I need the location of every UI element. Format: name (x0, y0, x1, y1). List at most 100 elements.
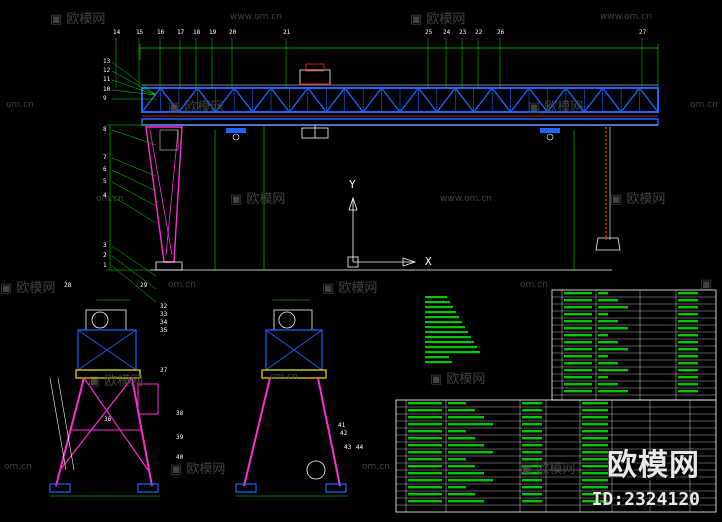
cell-text (582, 472, 608, 475)
cell-text (522, 437, 542, 440)
cell-text (448, 444, 484, 447)
cell-text (598, 369, 628, 372)
callout-number: 38 (176, 410, 184, 417)
cell-text (522, 416, 542, 419)
cell-text (408, 458, 442, 461)
callout-number: 18 (193, 29, 201, 36)
cell-text (522, 402, 542, 405)
callout-number: 22 (475, 29, 483, 36)
cell-text (564, 369, 592, 372)
callout-number: 41 (338, 422, 346, 429)
watermark-site: om.cn (96, 194, 124, 204)
cell-text (582, 409, 608, 412)
callout-number: 43 (344, 444, 352, 451)
callout-number: 42 (340, 430, 348, 437)
cell-text (598, 327, 628, 330)
cell-text (564, 320, 592, 323)
watermark-brand: ▣ 欧模网 (528, 100, 584, 115)
cell-text (408, 430, 442, 433)
callout-number: 34 (160, 319, 168, 326)
cell-text (522, 430, 542, 433)
callout-number: 39 (176, 434, 184, 441)
cell-text (522, 479, 542, 482)
cell-text (598, 334, 608, 337)
cell-text (598, 299, 618, 302)
note-line (425, 331, 468, 334)
cell-text (678, 383, 698, 386)
cell-text (448, 479, 493, 482)
cell-text (408, 437, 442, 440)
cell-text (678, 299, 698, 302)
callout-number: 3 (103, 242, 107, 249)
cell-text (564, 327, 592, 330)
callout-number: 17 (177, 29, 185, 36)
cell-text (598, 376, 608, 379)
cell-text (448, 423, 493, 426)
cell-text (564, 362, 592, 365)
cell-text (564, 390, 592, 393)
watermark-site: om.cn (362, 462, 390, 472)
note-line (425, 316, 459, 319)
callout-number: 32 (160, 303, 168, 310)
callout-number: 35 (160, 327, 168, 334)
cell-text (564, 334, 592, 337)
callout-number: 15 (136, 29, 144, 36)
note-line (425, 346, 477, 349)
cell-text (408, 402, 442, 405)
cell-text (448, 500, 484, 503)
cell-text (448, 430, 466, 433)
brand-logo-text: 欧模网 (607, 448, 700, 483)
watermark-brand: ▣ 欧模网 (88, 374, 144, 389)
cell-text (582, 458, 608, 461)
callout-number: 23 (459, 29, 467, 36)
callout-number: 1 (103, 262, 107, 269)
cell-text (408, 472, 442, 475)
cell-text (678, 313, 698, 316)
watermark-site: www.om.cn (230, 12, 282, 22)
cell-text (564, 376, 592, 379)
cell-text (582, 437, 608, 440)
callout-number: 13 (103, 58, 111, 65)
cell-text (408, 479, 442, 482)
cell-text (564, 313, 592, 316)
watermark-brand: ▣ (700, 277, 713, 292)
cell-text (448, 472, 484, 475)
callout-number: 20 (229, 29, 237, 36)
cell-text (678, 292, 698, 295)
note-line (425, 336, 471, 339)
callout-number: 10 (103, 86, 111, 93)
note-line (425, 306, 453, 309)
cell-text (678, 327, 698, 330)
cell-text (678, 334, 698, 337)
cell-text (598, 292, 608, 295)
cell-text (564, 306, 592, 309)
cell-text (598, 306, 628, 309)
cell-text (678, 341, 698, 344)
note-line (425, 311, 456, 314)
cell-text (598, 355, 608, 358)
callout-number: 14 (113, 29, 121, 36)
watermark-site: om.cn (690, 100, 718, 110)
cell-text (408, 416, 442, 419)
callout-number: 9 (103, 95, 107, 102)
callout-number: 26 (497, 29, 505, 36)
y-axis-label: Y (349, 178, 356, 191)
cell-text (408, 444, 442, 447)
cell-text (678, 376, 698, 379)
cell-text (564, 292, 592, 295)
cell-text (678, 306, 698, 309)
cell-text (408, 451, 442, 454)
cell-text (448, 437, 475, 440)
cell-text (408, 500, 442, 503)
watermark-brand: ▣ 欧模网 (610, 192, 666, 207)
cell-text (522, 493, 542, 496)
cell-text (678, 362, 698, 365)
cell-text (448, 493, 475, 496)
cell-text (678, 320, 698, 323)
watermark-brand: ▣ 欧模网 (50, 12, 106, 27)
x-axis-label: X (425, 255, 432, 268)
cell-text (564, 299, 592, 302)
brand-id-text: ID:2324120 (591, 489, 700, 510)
cell-text (598, 313, 608, 316)
cell-text (408, 493, 442, 496)
